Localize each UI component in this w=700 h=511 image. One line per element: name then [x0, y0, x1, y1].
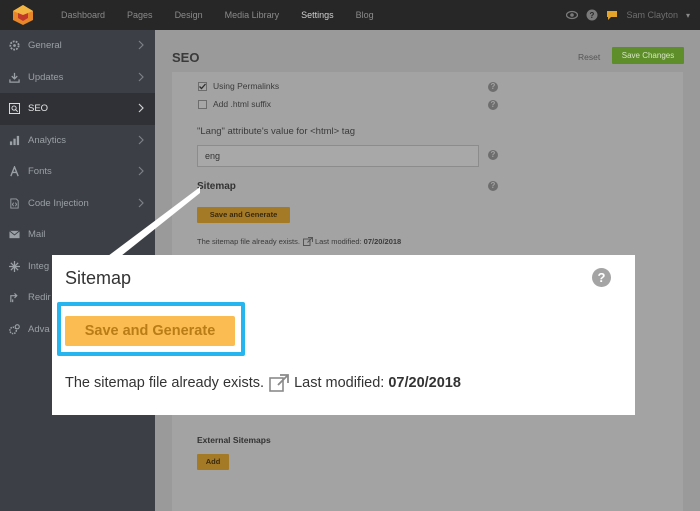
callout-help-icon[interactable]: ? [592, 268, 611, 287]
callout-last-modified-label: Last modified: [294, 375, 385, 391]
callout-title: Sitemap [65, 268, 132, 288]
callout-last-modified-value: 07/20/2018 [388, 375, 461, 391]
callout-status-text: The sitemap file already exists. [65, 375, 265, 391]
callout-save-and-generate-button[interactable]: Save and Generate [65, 316, 235, 346]
external-link-icon[interactable] [269, 374, 289, 392]
sitemap-zoom-callout: Sitemap ? Save and Generate The sitemap … [52, 255, 635, 415]
callout-sitemap-status: The sitemap file already exists. Last mo… [65, 374, 461, 392]
